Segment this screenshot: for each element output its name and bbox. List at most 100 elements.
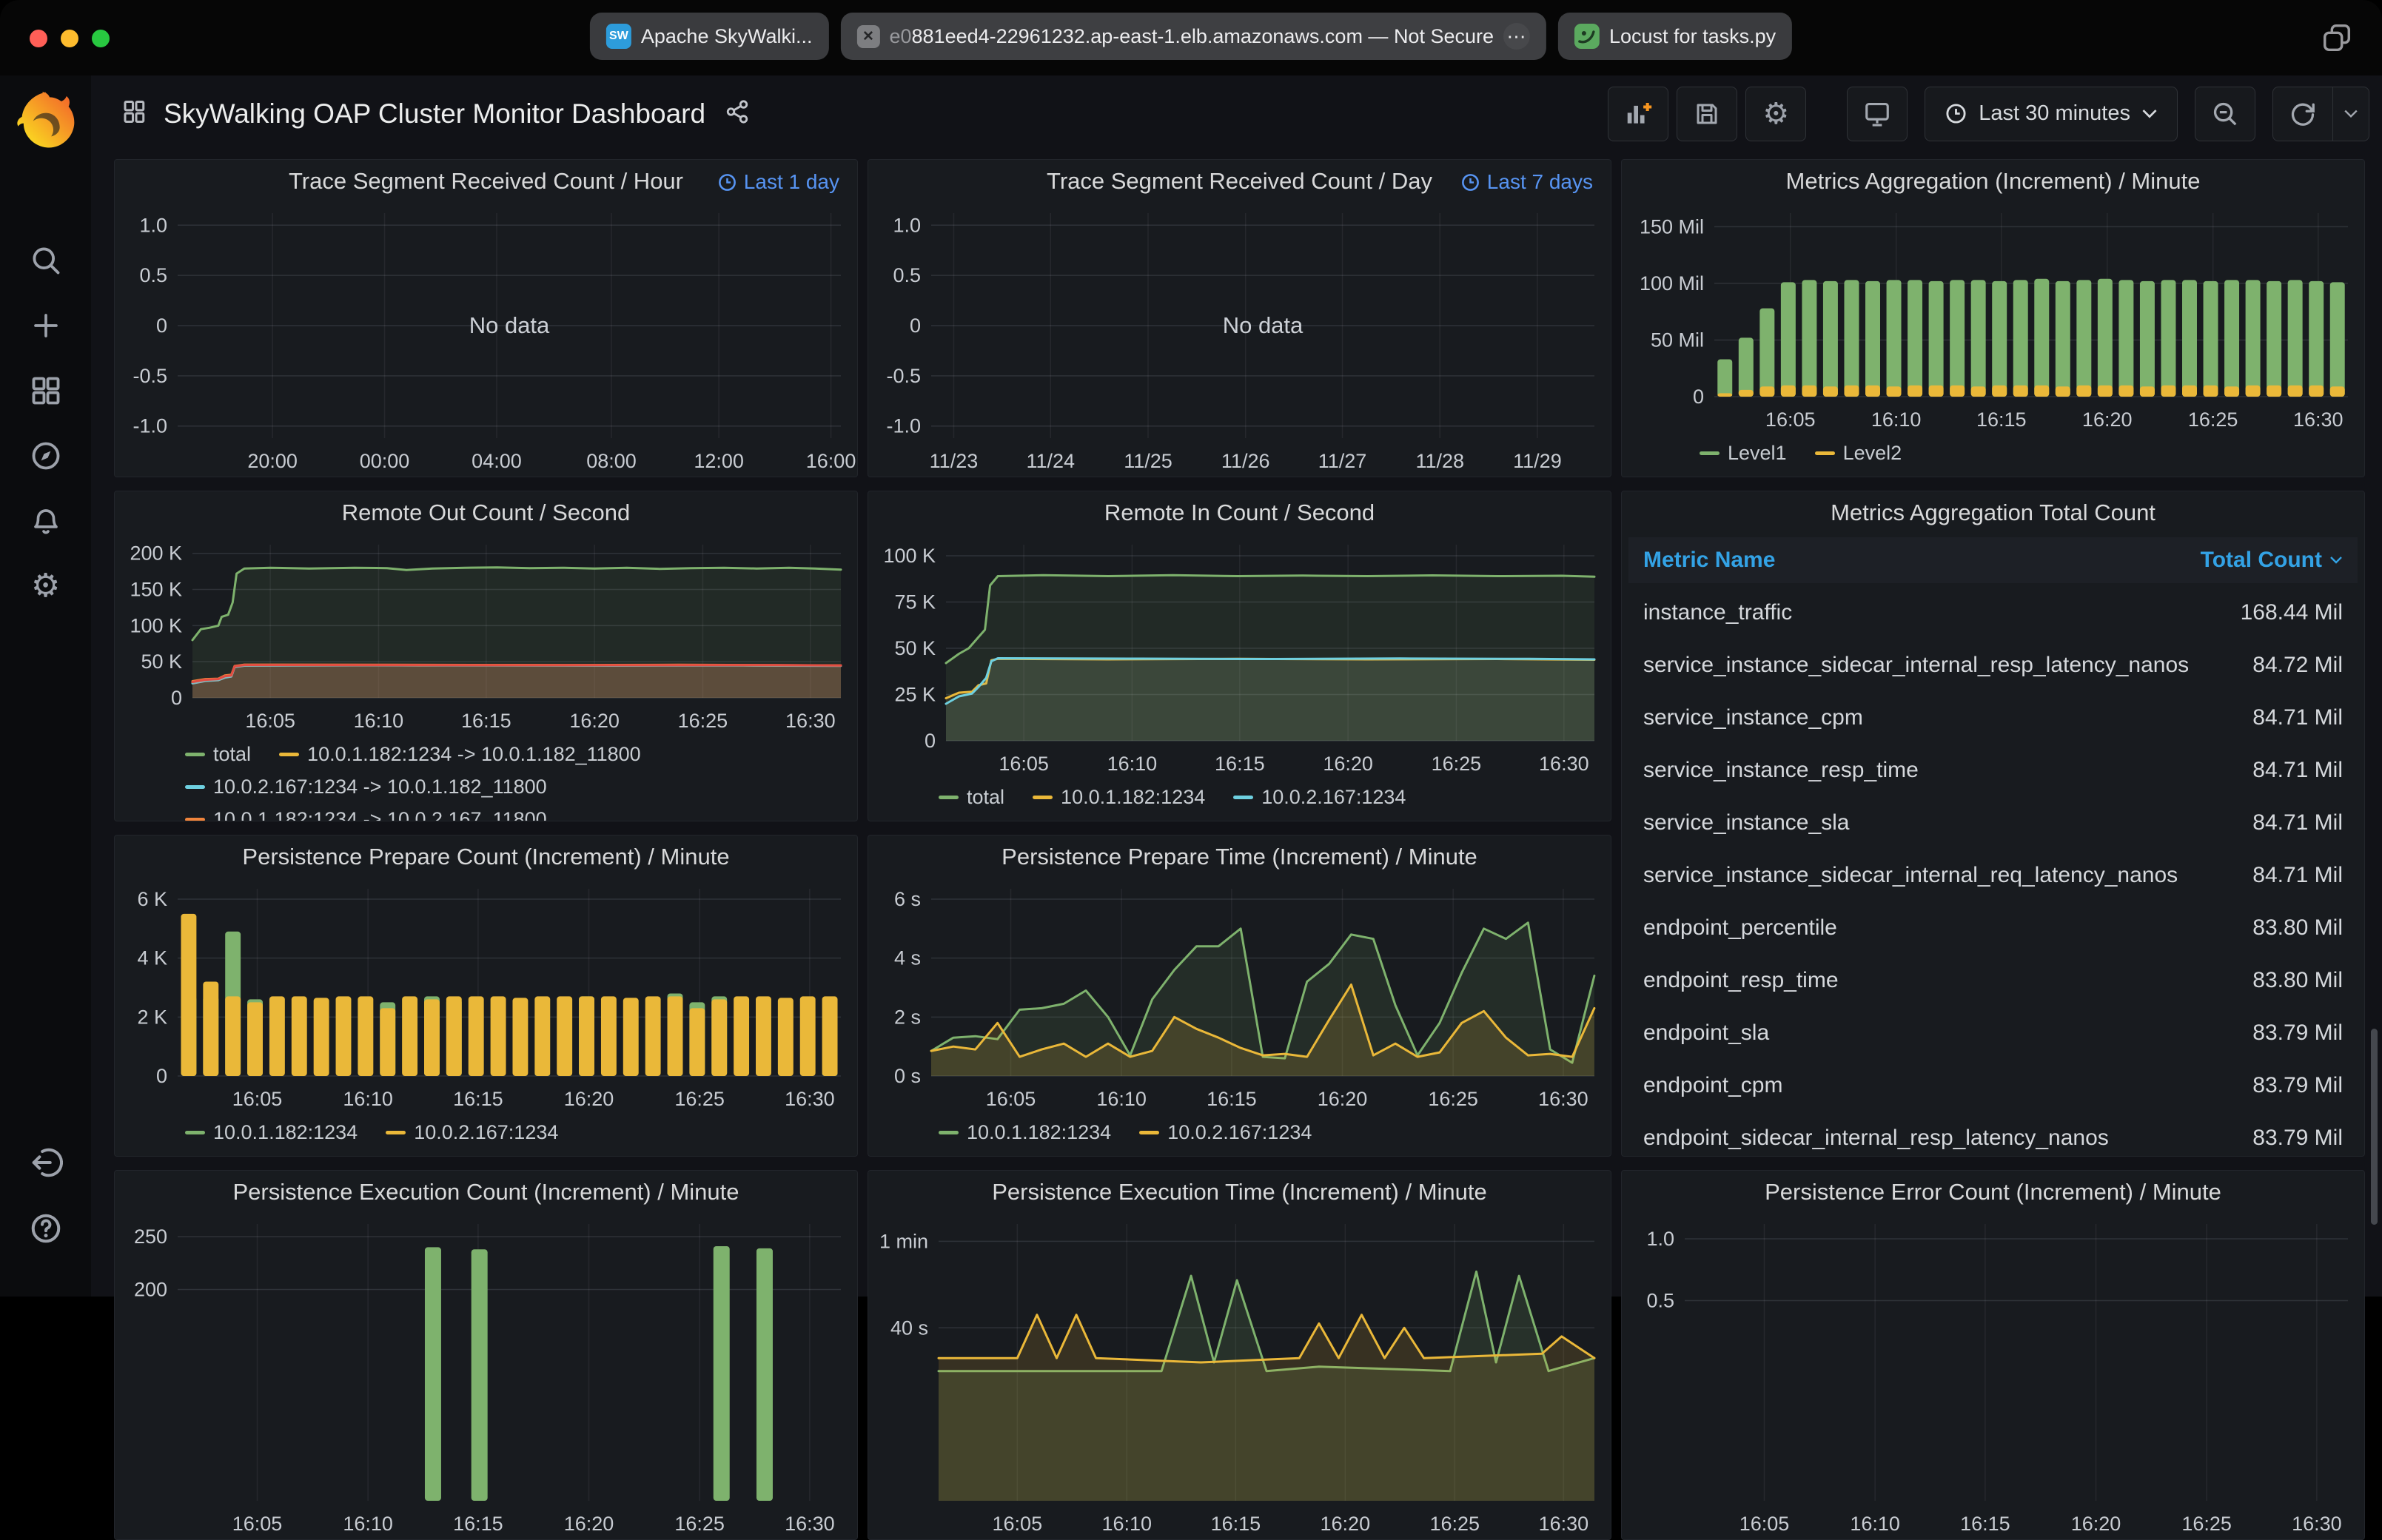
time-override-badge: Last 1 day: [717, 170, 839, 194]
refresh-dashboard-button[interactable]: [2273, 87, 2332, 141]
configuration-gear-icon[interactable]: ⚙: [28, 568, 64, 604]
svg-text:16:15: 16:15: [1976, 408, 2027, 431]
chart-legend: Level1 Level2: [1622, 435, 2364, 477]
panel-title[interactable]: Persistence Execution Count (Increment) …: [232, 1179, 739, 1206]
svg-text:50 K: 50 K: [141, 650, 182, 673]
panel-title[interactable]: Metrics Aggregation Total Count: [1831, 500, 2155, 526]
legend-label: 10.0.1.182:1234: [967, 1116, 1111, 1149]
legend-item[interactable]: 10.0.2.167:1234: [386, 1116, 558, 1149]
browser-titlebar: SW Apache SkyWalki... ✕ e0881eed4-229612…: [0, 0, 2382, 75]
legend-item[interactable]: 10.0.2.167:1234 -> 10.0.1.182_11800: [185, 770, 547, 803]
create-plus-icon[interactable]: [28, 308, 64, 343]
chart-persistence-error-count[interactable]: 16:0516:1016:1516:2016:2516:301.00.5: [1622, 1214, 2364, 1539]
legend-item[interactable]: 10.0.2.167:1234: [1233, 781, 1406, 813]
window-minimize-button[interactable]: [61, 30, 78, 47]
time-range-picker[interactable]: Last 30 minutes: [1925, 87, 2178, 141]
explore-compass-icon[interactable]: [28, 438, 64, 474]
legend-item[interactable]: total: [185, 738, 251, 770]
dashboard-grid-icon[interactable]: [121, 98, 147, 129]
legend-item[interactable]: 10.0.1.182:1234 -> 10.0.2.167_11800: [185, 803, 547, 821]
panel-remote-in-count: Remote In Count / Second 16:0516:1016:15…: [868, 491, 1611, 821]
skywalking-favicon: SW: [606, 24, 631, 49]
chart-remote-out-count[interactable]: 16:0516:1016:1516:2016:2516:30200 K150 K…: [115, 534, 857, 736]
legend-swatch: [185, 1131, 205, 1134]
svg-text:100 K: 100 K: [883, 545, 936, 567]
panel-title[interactable]: Metrics Aggregation (Increment) / Minute: [1786, 168, 2201, 195]
column-header-metric-name[interactable]: Metric Name: [1643, 548, 1775, 573]
save-dashboard-button[interactable]: [1677, 87, 1737, 141]
table-row: endpoint_cpm83.79 Mil: [1628, 1059, 2358, 1112]
chart-trace-segment-hour[interactable]: 20:0000:0004:0008:0012:0016:001.00.50-0.…: [115, 203, 857, 477]
share-icon[interactable]: [725, 99, 750, 128]
chart-metrics-aggregation-minute[interactable]: 16:0516:1016:1516:2016:2516:30150 Mil100…: [1622, 203, 2364, 435]
svg-text:50 Mil: 50 Mil: [1651, 329, 1704, 351]
dashboard-header: SkyWalking OAP Cluster Monitor Dashboard…: [91, 75, 2382, 152]
grafana-logo-icon[interactable]: [12, 86, 80, 154]
search-icon[interactable]: [28, 243, 64, 278]
tab-overview-icon[interactable]: [2320, 21, 2354, 58]
column-header-total-count[interactable]: Total Count: [2201, 548, 2343, 573]
legend-item[interactable]: Level1: [1700, 437, 1787, 469]
sign-in-icon[interactable]: [28, 1145, 64, 1180]
total-count-cell: 83.79 Mil: [2252, 1073, 2343, 1098]
add-panel-button[interactable]: [1608, 87, 1668, 141]
alerting-bell-icon[interactable]: [28, 503, 64, 539]
page-scrollbar-thumb[interactable]: [2371, 1029, 2378, 1225]
browser-tab-locust[interactable]: Locust for tasks.py: [1558, 13, 1792, 60]
panel-persistence-prepare-count: Persistence Prepare Count (Increment) / …: [114, 835, 858, 1157]
dashboards-icon[interactable]: [28, 373, 64, 408]
panel-title[interactable]: Remote Out Count / Second: [342, 500, 630, 526]
legend-item[interactable]: 10.0.1.182:1234 -> 10.0.1.182_11800: [279, 738, 641, 770]
panel-title[interactable]: Trace Segment Received Count / Day: [1047, 168, 1432, 195]
metric-name-cell: endpoint_percentile: [1643, 915, 1837, 941]
window-zoom-button[interactable]: [92, 30, 110, 47]
svg-text:16:20: 16:20: [1321, 1513, 1371, 1535]
panel-title[interactable]: Persistence Error Count (Increment) / Mi…: [1765, 1179, 2221, 1206]
zoom-out-time-button[interactable]: [2195, 87, 2255, 141]
tab-close-icon[interactable]: ✕: [856, 25, 879, 48]
grafana-app: ⚙ SkyWalking OAP Cluster Monitor Dashboa…: [0, 75, 2382, 1297]
legend-item[interactable]: 10.0.1.182:1234: [1033, 781, 1205, 813]
cycle-view-mode-button[interactable]: [1847, 87, 1908, 141]
panel-metrics-aggregation-total: Metrics Aggregation Total Count Metric N…: [1621, 491, 2365, 1157]
legend-item[interactable]: 10.0.2.167:1234: [1139, 1116, 1312, 1149]
refresh-interval-dropdown[interactable]: [2332, 87, 2369, 141]
metric-name-cell: instance_traffic: [1643, 600, 1792, 625]
panel-title[interactable]: Persistence Prepare Time (Increment) / M…: [1002, 844, 1477, 870]
svg-text:0.5: 0.5: [139, 264, 167, 286]
svg-text:1.0: 1.0: [139, 214, 167, 236]
panel-title[interactable]: Trace Segment Received Count / Hour: [289, 168, 683, 195]
dashboard-settings-button[interactable]: ⚙: [1745, 87, 1806, 141]
chart-persistence-execution-time[interactable]: 16:0516:1016:1516:2016:2516:301 min40 s: [868, 1214, 1611, 1539]
legend-item[interactable]: Level2: [1815, 437, 1902, 469]
svg-text:11/28: 11/28: [1415, 450, 1464, 472]
legend-item[interactable]: 10.0.1.182:1234: [939, 1116, 1111, 1149]
svg-text:16:10: 16:10: [1101, 1513, 1152, 1535]
legend-swatch: [939, 796, 959, 799]
browser-tab-dashboard[interactable]: ✕ e0881eed4-22961232.ap-east-1.elb.amazo…: [840, 13, 1546, 60]
chart-persistence-prepare-time[interactable]: 16:0516:1016:1516:2016:2516:306 s4 s2 s0…: [868, 878, 1611, 1114]
dashboard-grid: Trace Segment Received Count / Hour Last…: [91, 152, 2382, 1297]
svg-text:0.5: 0.5: [1646, 1290, 1674, 1312]
dashboard-toolbar: ⚙ Last 30 minutes: [1608, 87, 2369, 141]
svg-text:200: 200: [134, 1279, 167, 1301]
legend-item[interactable]: 10.0.1.182:1234: [185, 1116, 358, 1149]
chart-persistence-prepare-count[interactable]: 16:0516:1016:1516:2016:2516:306 K4 K2 K0: [115, 878, 857, 1114]
browser-tab-skywalking[interactable]: SW Apache SkyWalki...: [590, 13, 829, 60]
legend-item[interactable]: total: [939, 781, 1004, 813]
chart-remote-in-count[interactable]: 16:0516:1016:1516:2016:2516:30100 K75 K5…: [868, 534, 1611, 779]
chart-persistence-execution-count[interactable]: 16:0516:1016:1516:2016:2516:30250200: [115, 1214, 857, 1539]
window-close-button[interactable]: [30, 30, 47, 47]
chart-trace-segment-day[interactable]: 11/2311/2411/2511/2611/2711/2811/291.00.…: [868, 203, 1611, 477]
help-icon[interactable]: [28, 1211, 64, 1246]
panel-title[interactable]: Remote In Count / Second: [1104, 500, 1375, 526]
panel-remote-out-count: Remote Out Count / Second 16:0516:1016:1…: [114, 491, 858, 821]
legend-swatch: [1139, 1131, 1159, 1134]
panel-title[interactable]: Persistence Execution Time (Increment) /…: [992, 1179, 1486, 1206]
time-range-label: Last 30 minutes: [1979, 101, 2130, 126]
tab-more-icon[interactable]: ⋯: [1503, 23, 1530, 50]
svg-text:16:05: 16:05: [986, 1088, 1036, 1110]
panel-title[interactable]: Persistence Prepare Count (Increment) / …: [242, 844, 729, 870]
svg-text:16:10: 16:10: [354, 710, 404, 732]
svg-text:150 Mil: 150 Mil: [1640, 215, 1704, 238]
